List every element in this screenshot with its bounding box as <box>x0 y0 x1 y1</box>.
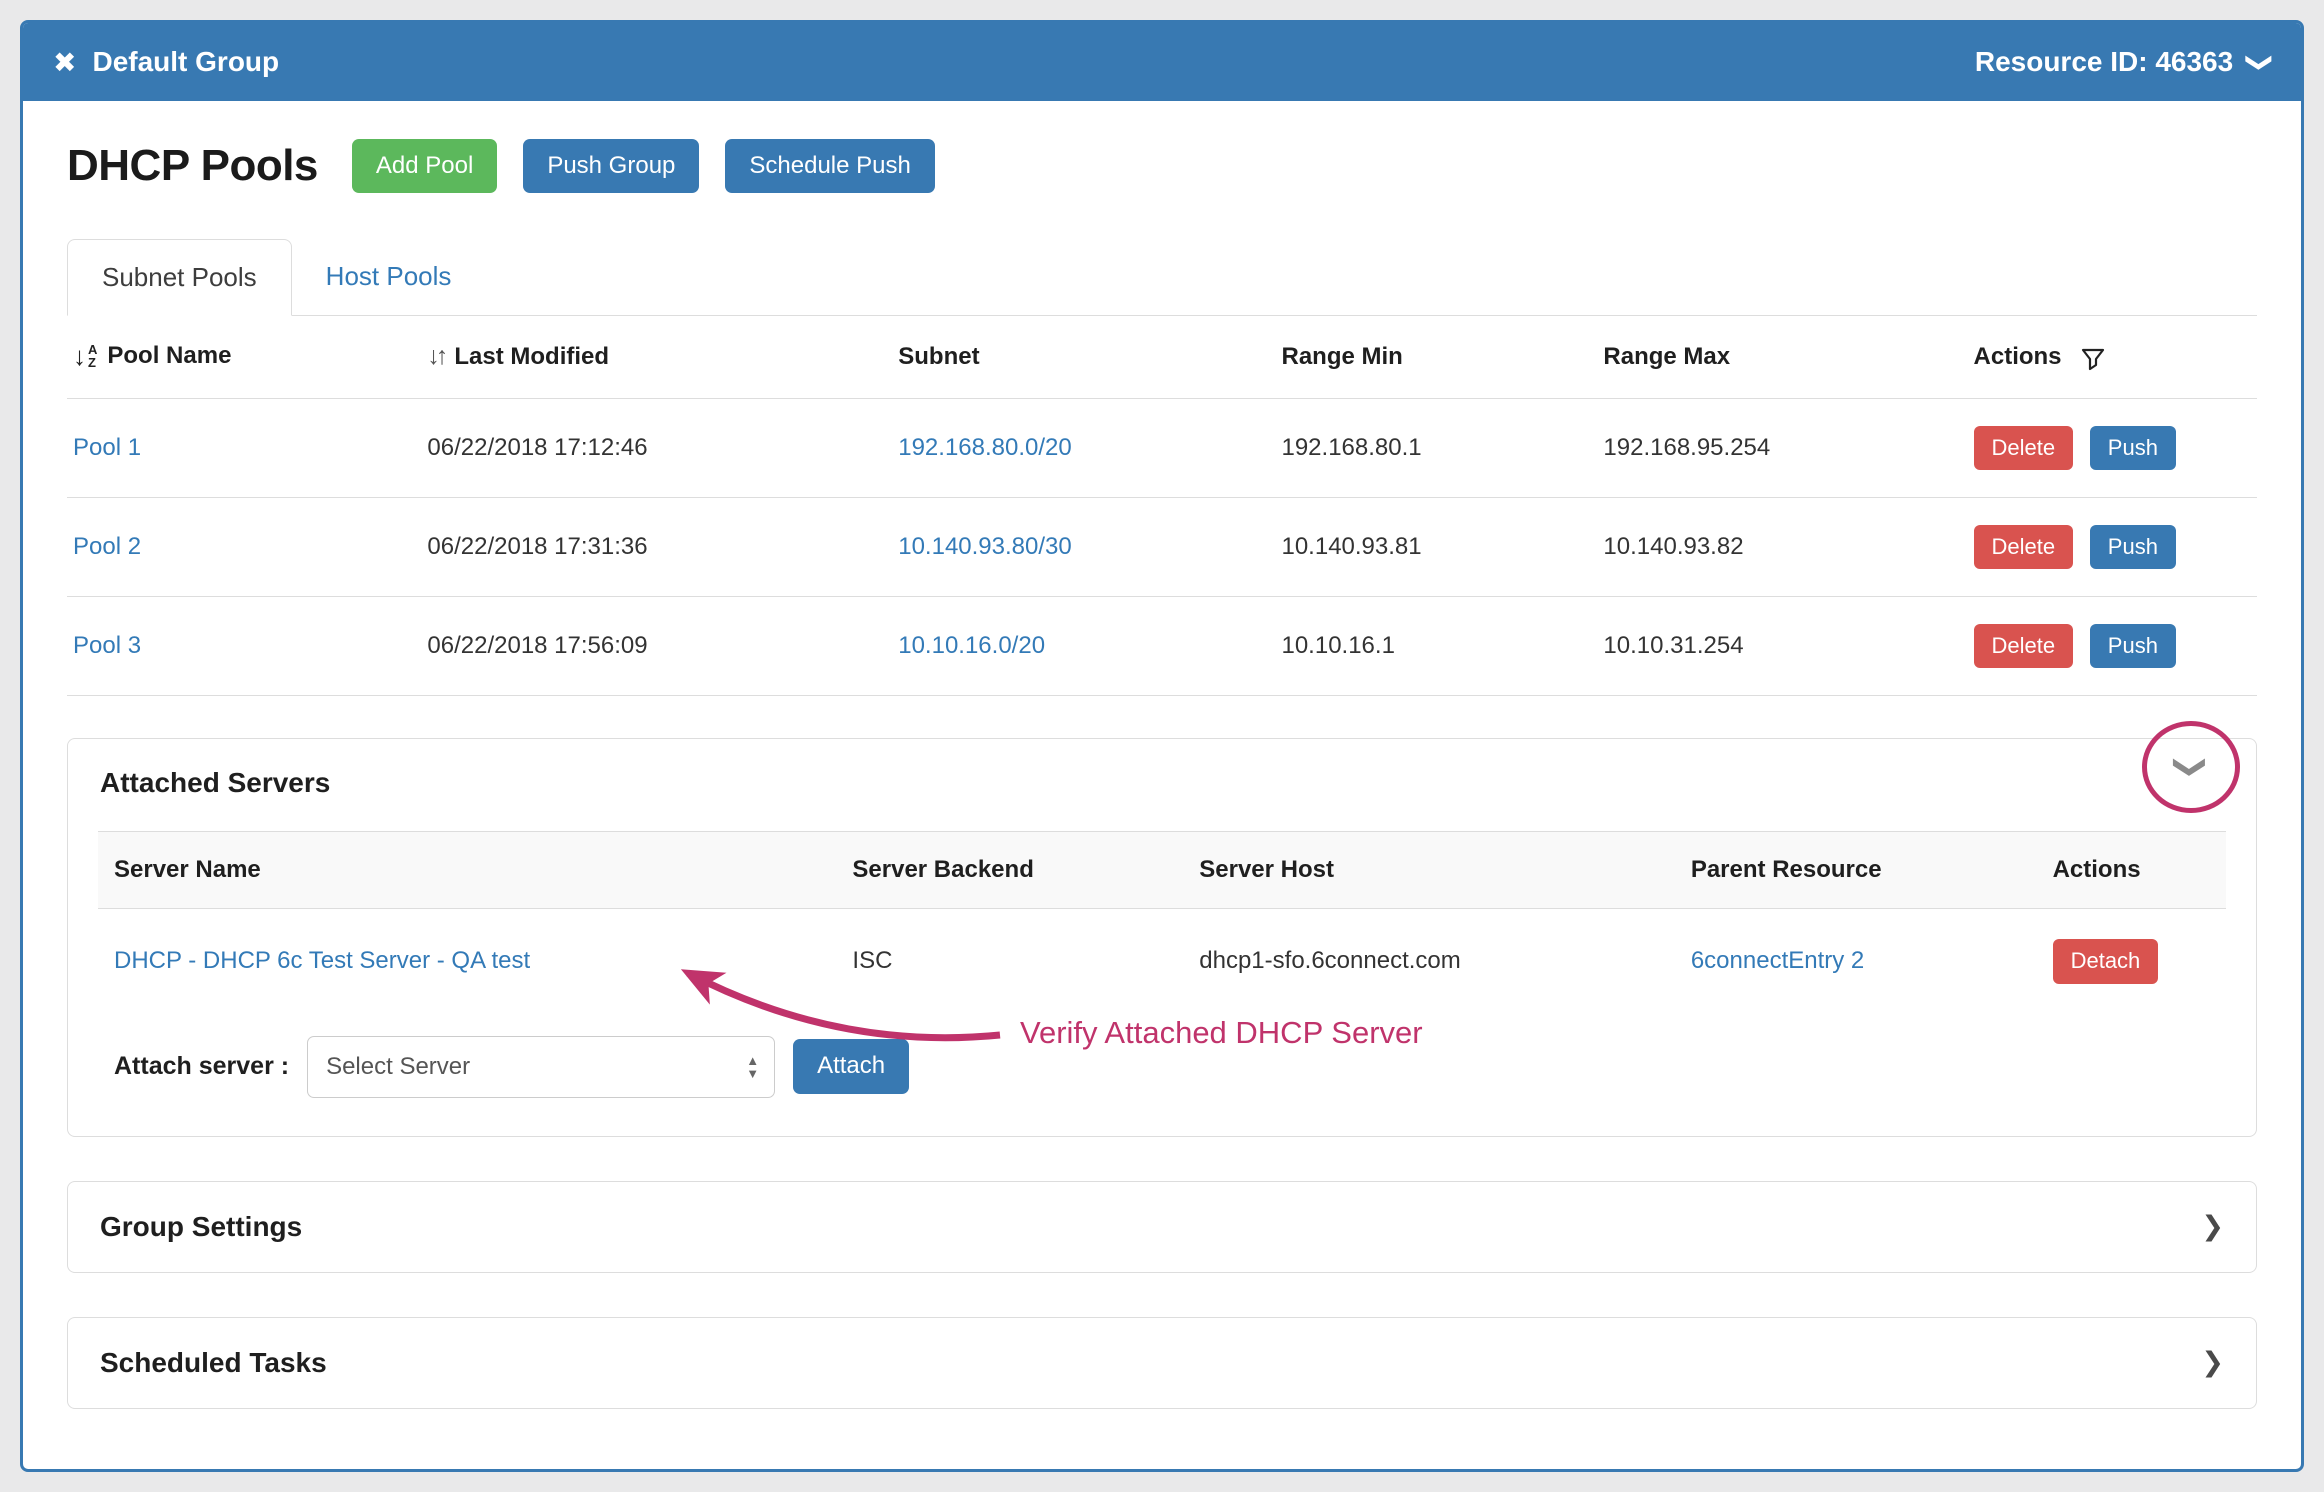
range-min-cell: 192.168.80.1 <box>1271 398 1593 497</box>
column-header-actions: Actions <box>1964 316 2257 398</box>
range-min-cell: 10.140.93.81 <box>1271 497 1593 596</box>
group-title: Default Group <box>92 46 279 78</box>
pool-tabs: Subnet Pools Host Pools <box>67 239 2257 316</box>
table-row: Pool 2 06/22/2018 17:31:36 10.140.93.80/… <box>67 497 2257 596</box>
scheduled-tasks-panel[interactable]: Scheduled Tasks ❯ <box>67 1317 2257 1409</box>
attached-servers-header[interactable]: Attached Servers <box>68 739 2256 827</box>
sort-icon[interactable]: ↓↑ <box>427 344 444 369</box>
last-modified-cell: 06/22/2018 17:56:09 <box>417 597 888 696</box>
delete-button[interactable]: Delete <box>1974 525 2074 569</box>
range-max-cell: 10.140.93.82 <box>1593 497 1963 596</box>
servers-table: Server Name Server Backend Server Host P… <box>98 831 2226 1005</box>
table-row: DHCP - DHCP 6c Test Server - QA test ISC… <box>98 909 2226 1006</box>
table-row: Pool 3 06/22/2018 17:56:09 10.10.16.0/20… <box>67 597 2257 696</box>
chevron-down-icon[interactable]: ❯ <box>2245 51 2276 73</box>
column-header-actions: Actions <box>2037 832 2226 909</box>
schedule-push-button[interactable]: Schedule Push <box>725 139 934 193</box>
group-header-bar: ✖ Default Group Resource ID: 46363 ❯ <box>23 23 2301 101</box>
subnet-link[interactable]: 192.168.80.0/20 <box>898 434 1072 461</box>
server-name-link[interactable]: DHCP - DHCP 6c Test Server - QA test <box>114 947 530 974</box>
subnet-link[interactable]: 10.10.16.0/20 <box>898 632 1045 659</box>
pools-table: ↓ AZ Pool Name ↓↑ Last Modified <box>67 316 2257 696</box>
attach-server-label: Attach server : <box>98 1052 289 1081</box>
close-icon[interactable]: ✖ <box>53 46 76 79</box>
delete-button[interactable]: Delete <box>1974 624 2074 668</box>
collapse-toggle[interactable]: ❯ <box>2142 721 2240 813</box>
tab-host-pools[interactable]: Host Pools <box>292 239 486 315</box>
push-button[interactable]: Push <box>2090 624 2176 668</box>
delete-button[interactable]: Delete <box>1974 426 2074 470</box>
pool-name-link[interactable]: Pool 3 <box>73 632 141 659</box>
push-button[interactable]: Push <box>2090 525 2176 569</box>
group-settings-panel[interactable]: Group Settings ❯ <box>67 1181 2257 1273</box>
detach-button[interactable]: Detach <box>2053 939 2159 983</box>
pool-name-link[interactable]: Pool 1 <box>73 434 141 461</box>
range-max-cell: 10.10.31.254 <box>1593 597 1963 696</box>
column-header-parent-resource: Parent Resource <box>1675 832 2037 909</box>
chevron-right-icon[interactable]: ❯ <box>2201 1347 2224 1378</box>
default-group-window: ✖ Default Group Resource ID: 46363 ❯ DHC… <box>20 20 2304 1472</box>
last-modified-cell: 06/22/2018 17:31:36 <box>417 497 888 596</box>
sort-alpha-icon[interactable]: ↓ AZ <box>73 343 97 370</box>
push-group-button[interactable]: Push Group <box>523 139 699 193</box>
resource-id: Resource ID: 46363 <box>1975 46 2233 78</box>
chevron-right-icon[interactable]: ❯ <box>2201 1211 2224 1242</box>
subnet-link[interactable]: 10.140.93.80/30 <box>898 533 1072 560</box>
column-header-server-host: Server Host <box>1183 832 1675 909</box>
column-header-server-backend: Server Backend <box>836 832 1183 909</box>
page-title: DHCP Pools <box>67 141 318 191</box>
attach-button[interactable]: Attach <box>793 1039 909 1093</box>
pool-name-link[interactable]: Pool 2 <box>73 533 141 560</box>
add-pool-button[interactable]: Add Pool <box>352 139 497 193</box>
column-header-subnet: Subnet <box>888 316 1271 398</box>
range-min-cell: 10.10.16.1 <box>1271 597 1593 696</box>
table-row: Pool 1 06/22/2018 17:12:46 192.168.80.0/… <box>67 398 2257 497</box>
column-header-last-modified: ↓↑ Last Modified <box>417 316 888 398</box>
server-select[interactable]: Select Server <box>307 1036 775 1098</box>
column-header-range-max: Range Max <box>1593 316 1963 398</box>
chevron-down-icon: ❯ <box>2172 754 2210 781</box>
server-host-cell: dhcp1-sfo.6connect.com <box>1183 909 1675 1006</box>
range-max-cell: 192.168.95.254 <box>1593 398 1963 497</box>
server-backend-cell: ISC <box>836 909 1183 1006</box>
last-modified-cell: 06/22/2018 17:12:46 <box>417 398 888 497</box>
filter-icon[interactable] <box>2080 346 2106 372</box>
column-header-server-name: Server Name <box>98 832 836 909</box>
attached-servers-panel: Attached Servers ❯ Server Name Server Ba… <box>67 738 2257 1136</box>
column-header-range-min: Range Min <box>1271 316 1593 398</box>
parent-resource-link[interactable]: 6connectEntry 2 <box>1691 947 1864 974</box>
push-button[interactable]: Push <box>2090 426 2176 470</box>
tab-subnet-pools[interactable]: Subnet Pools <box>67 239 292 316</box>
column-header-pool-name: ↓ AZ Pool Name <box>67 316 417 398</box>
